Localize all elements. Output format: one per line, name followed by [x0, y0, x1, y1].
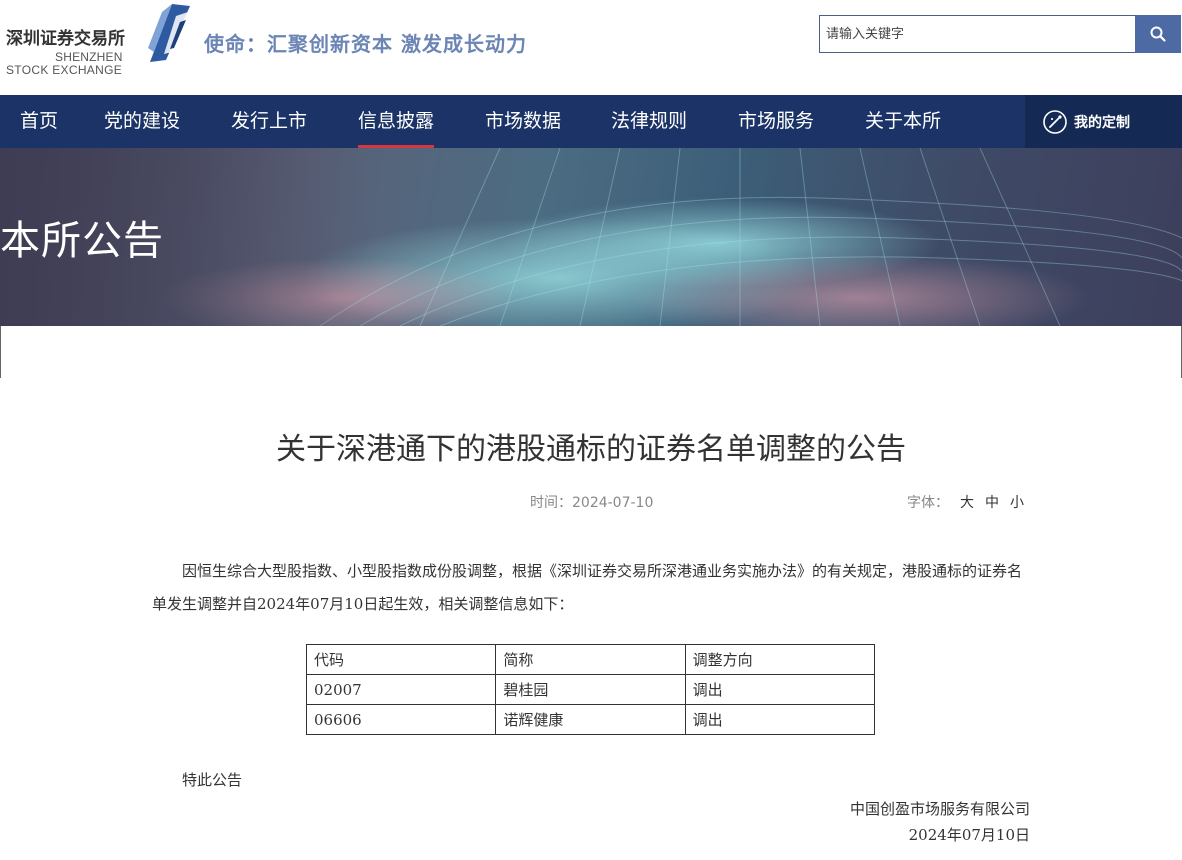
issue-date: 2024年07月10日 — [908, 826, 1030, 844]
nav-item-disclosure[interactable]: 信息披露 — [358, 95, 435, 148]
table-cell-direction: 调出 — [684, 674, 876, 705]
nav-item-listing[interactable]: 发行上市 — [231, 95, 307, 148]
paragraph-text: 因恒生综合大型股指数、小型股指数成份股调整，根据《深圳证券交易所深港通业务实施办… — [152, 562, 1023, 613]
nav-item-about[interactable]: 关于本所 — [865, 95, 941, 148]
securities-adjustment-table: 代码 简称 调整方向 02007 碧桂园 调出 06606 诺辉健康 调出 — [305, 644, 876, 735]
font-size-large[interactable]: 大 — [960, 495, 974, 511]
article-body-paragraph: 因恒生综合大型股指数、小型股指数成份股调整，根据《深圳证券交易所深港通业务实施办… — [152, 555, 1032, 621]
table-cell-code: 02007 — [305, 674, 497, 705]
table-row: 06606 诺辉健康 调出 — [305, 704, 876, 735]
szse-logo[interactable]: 深圳证券交易所 SHENZHEN STOCK EXCHANGE — [4, 2, 194, 82]
my-customization-label: 我的定制 — [1074, 114, 1130, 131]
font-size-selector: 字体： 大中小 — [907, 492, 1024, 512]
publish-time: 时间：2024-07-10 — [530, 495, 654, 511]
mission-slogan: 使命：汇聚创新资本 激发成长动力 — [204, 32, 527, 56]
table-header-code: 代码 — [305, 644, 497, 675]
banner-background-graphic — [0, 148, 1182, 326]
nav-item-home[interactable]: 首页 — [20, 95, 58, 148]
site-header: 深圳证券交易所 SHENZHEN STOCK EXCHANGE 使命：汇聚创新资… — [0, 0, 1182, 95]
issuing-organization: 中国创盈市场服务有限公司 — [849, 800, 1030, 818]
table-row: 02007 碧桂园 调出 — [305, 674, 876, 705]
font-size-label: 字体： — [907, 495, 949, 511]
table-cell-direction: 调出 — [684, 704, 876, 735]
table-cell-name: 碧桂园 — [495, 674, 686, 705]
search-button[interactable] — [1135, 15, 1181, 53]
search-input[interactable] — [819, 15, 1135, 53]
logo-chinese-name: 深圳证券交易所 — [6, 29, 125, 49]
customize-icon — [1043, 109, 1067, 134]
table-header-row: 代码 简称 调整方向 — [305, 644, 876, 675]
nav-item-market-data[interactable]: 市场数据 — [485, 95, 561, 148]
search-icon — [1150, 26, 1166, 42]
font-size-small[interactable]: 小 — [1010, 495, 1024, 511]
page-banner: 本所公告 — [0, 148, 1182, 326]
logo-english-line1: SHENZHEN — [55, 50, 123, 64]
table-cell-name: 诺辉健康 — [495, 704, 686, 735]
main-nav: 首页 党的建设 发行上市 信息披露 市场数据 法律规则 市场服务 关于本所 我的… — [0, 95, 1182, 148]
table-header-direction: 调整方向 — [684, 644, 876, 675]
logo-english-line2: STOCK EXCHANGE — [6, 63, 123, 77]
font-size-medium[interactable]: 中 — [985, 495, 999, 511]
banner-title: 本所公告 — [0, 218, 164, 264]
nav-item-rules[interactable]: 法律规则 — [611, 95, 687, 148]
search-bar — [819, 15, 1181, 53]
nav-item-party-building[interactable]: 党的建设 — [104, 95, 180, 148]
closing-statement: 特此公告 — [182, 771, 243, 789]
table-cell-code: 06606 — [305, 704, 497, 735]
logo-mark-icon — [148, 4, 190, 62]
article-title: 关于深港通下的港股通标的证券名单调整的公告 — [276, 432, 906, 467]
content-frame-left — [0, 326, 1, 378]
my-customization-button[interactable]: 我的定制 — [1025, 95, 1182, 148]
table-header-name: 简称 — [495, 644, 686, 675]
nav-item-market-services[interactable]: 市场服务 — [738, 95, 814, 148]
